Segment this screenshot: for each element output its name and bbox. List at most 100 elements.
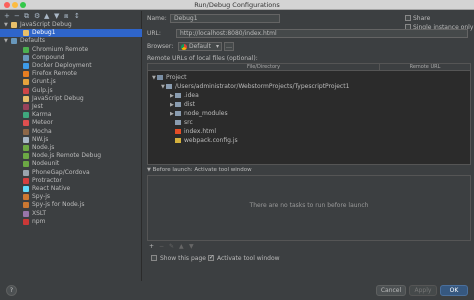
- tree-item[interactable]: Grunt.js: [0, 78, 142, 86]
- show-page-checkbox[interactable]: [151, 255, 157, 261]
- show-page-label: Show this page: [160, 255, 206, 262]
- tree-item-label: Debug1: [32, 29, 56, 37]
- toolbar-0-icon[interactable]: +: [4, 12, 10, 20]
- expand-arrow-icon[interactable]: ▼: [4, 37, 8, 45]
- tree-item[interactable]: Node.js Remote Debug: [0, 152, 142, 160]
- config-type-icon: [23, 202, 29, 209]
- folder-icon: [175, 120, 181, 125]
- file-row[interactable]: webpack.config.js: [170, 137, 238, 145]
- tree-item[interactable]: Protractor: [0, 177, 142, 185]
- browser-select[interactable]: Default ▾: [178, 42, 222, 51]
- tree-item[interactable]: XSLT: [0, 210, 142, 218]
- file-row[interactable]: ▼ Project: [152, 74, 187, 82]
- config-type-icon: [23, 79, 29, 86]
- tree-item[interactable]: Meteor: [0, 119, 142, 127]
- activate-tool-checkbox[interactable]: ✓: [208, 255, 214, 261]
- file-row[interactable]: index.html: [170, 128, 216, 136]
- browser-value: Default: [189, 43, 211, 50]
- tree-item[interactable]: Debug1: [0, 29, 142, 38]
- help-button[interactable]: ?: [6, 285, 17, 296]
- tree-item[interactable]: Spy-js for Node.js: [0, 201, 142, 209]
- tree-item[interactable]: Compound: [0, 54, 142, 62]
- toolbar-5-icon[interactable]: ▼: [54, 12, 59, 20]
- config-type-icon: [11, 22, 17, 28]
- tree-item[interactable]: React Native: [0, 185, 142, 193]
- tree-item[interactable]: Spy-js: [0, 193, 142, 201]
- config-type-icon: [23, 46, 29, 53]
- apply-button[interactable]: Apply: [409, 285, 437, 296]
- before-launch-tool-3-icon[interactable]: ▲: [179, 243, 184, 250]
- tree-item[interactable]: Gulp.js: [0, 87, 142, 95]
- before-launch-tool-2-icon[interactable]: ✎: [169, 243, 174, 250]
- file-label: node_modules: [184, 110, 228, 117]
- tree-item-label: Mocha: [32, 127, 52, 135]
- tree-item-label: Compound: [32, 53, 65, 61]
- file-label: Project: [166, 74, 187, 81]
- tree-item[interactable]: Karma: [0, 111, 142, 119]
- tree-item[interactable]: Chromium Remote: [0, 46, 142, 54]
- tree-item-label: Grunt.js: [32, 78, 56, 86]
- window-title: Run/Debug Configurations: [194, 1, 280, 9]
- tree-item[interactable]: Mocha: [0, 128, 142, 136]
- toolbar-1-icon[interactable]: −: [14, 12, 20, 20]
- before-launch-tool-0-icon[interactable]: +: [149, 243, 154, 250]
- file-label: src: [184, 119, 193, 126]
- tree-item[interactable]: Jest: [0, 103, 142, 111]
- remote-url-header: Remote URL: [380, 64, 470, 71]
- toolbar-7-icon[interactable]: ↕: [74, 12, 80, 20]
- toolbar-6-icon[interactable]: ⧈: [64, 12, 68, 21]
- browser-label: Browser:: [147, 43, 174, 50]
- tree-item[interactable]: Firefox Remote: [0, 70, 142, 78]
- toolbar-4-icon[interactable]: ▲: [44, 12, 49, 20]
- tree-item[interactable]: npm: [0, 218, 142, 226]
- config-type-icon: [23, 153, 29, 160]
- tree-item-label: Jest: [32, 103, 43, 110]
- title-bar: Run/Debug Configurations: [0, 0, 474, 10]
- config-form: Name: Debug1 Share Single instance only …: [143, 11, 474, 281]
- before-launch-header[interactable]: ▼ Before launch: Activate tool window: [147, 167, 252, 173]
- tree-item[interactable]: Node.js: [0, 144, 142, 152]
- name-field[interactable]: Debug1: [170, 14, 280, 23]
- browser-more-button[interactable]: …: [224, 42, 234, 51]
- before-launch-tool-1-icon[interactable]: −: [159, 243, 164, 250]
- file-directory-header: File/Directory: [148, 64, 380, 71]
- file-row[interactable]: src: [170, 119, 193, 127]
- config-type-icon: [23, 161, 29, 168]
- file-row[interactable]: ▶ node_modules: [170, 110, 228, 118]
- share-label: Share: [413, 15, 431, 22]
- remote-urls-table: File/Directory Remote URL ▼ Project ▼/User…: [147, 63, 471, 165]
- tree-item-label: Protractor: [32, 176, 62, 184]
- tree-item-label: PhoneGap/Cordova: [32, 168, 90, 176]
- file-row[interactable]: ▶ dist: [170, 101, 195, 109]
- config-type-icon: [23, 169, 29, 176]
- config-type-icon: [23, 104, 29, 110]
- cancel-button[interactable]: Cancel: [376, 285, 406, 296]
- no-tasks-message: There are no tasks to run before launch: [249, 202, 369, 209]
- share-checkbox[interactable]: [405, 15, 411, 21]
- tree-item[interactable]: Docker Deployment: [0, 62, 142, 70]
- file-row[interactable]: ▶ .idea: [170, 92, 199, 100]
- config-type-icon: [23, 194, 29, 201]
- dialog-footer: ? Cancel Apply OK: [0, 281, 474, 300]
- ok-button[interactable]: OK: [440, 285, 468, 296]
- tree-item[interactable]: Nodeunit: [0, 160, 142, 168]
- tree-item[interactable]: NW.js: [0, 136, 142, 144]
- toolbar-2-icon[interactable]: ⧉: [24, 12, 29, 21]
- folder-icon: [175, 102, 181, 107]
- tree-item-label: Firefox Remote: [32, 70, 77, 78]
- tree-item[interactable]: JavaScript Debug: [0, 95, 142, 103]
- config-type-icon: [23, 112, 29, 119]
- folder-icon: [166, 84, 172, 89]
- tree-item[interactable]: ▼ JavaScript Debug: [0, 21, 142, 29]
- url-field[interactable]: http://localhost:8080/index.html: [176, 29, 468, 38]
- toolbar-3-icon[interactable]: ⚙: [34, 12, 40, 20]
- expand-arrow-icon[interactable]: ▼: [4, 21, 8, 29]
- tree-item[interactable]: ▼ Defaults: [0, 37, 142, 45]
- file-row[interactable]: ▼/Users/administrator/WebstormProjects/T…: [161, 83, 349, 91]
- before-launch-tool-4-icon[interactable]: ▼: [189, 243, 194, 250]
- config-type-icon: [23, 54, 29, 61]
- tree-item-label: Nodeunit: [32, 160, 60, 168]
- tree-item[interactable]: PhoneGap/Cordova: [0, 169, 142, 177]
- config-type-icon: [23, 30, 29, 37]
- html-file-icon: [175, 129, 181, 134]
